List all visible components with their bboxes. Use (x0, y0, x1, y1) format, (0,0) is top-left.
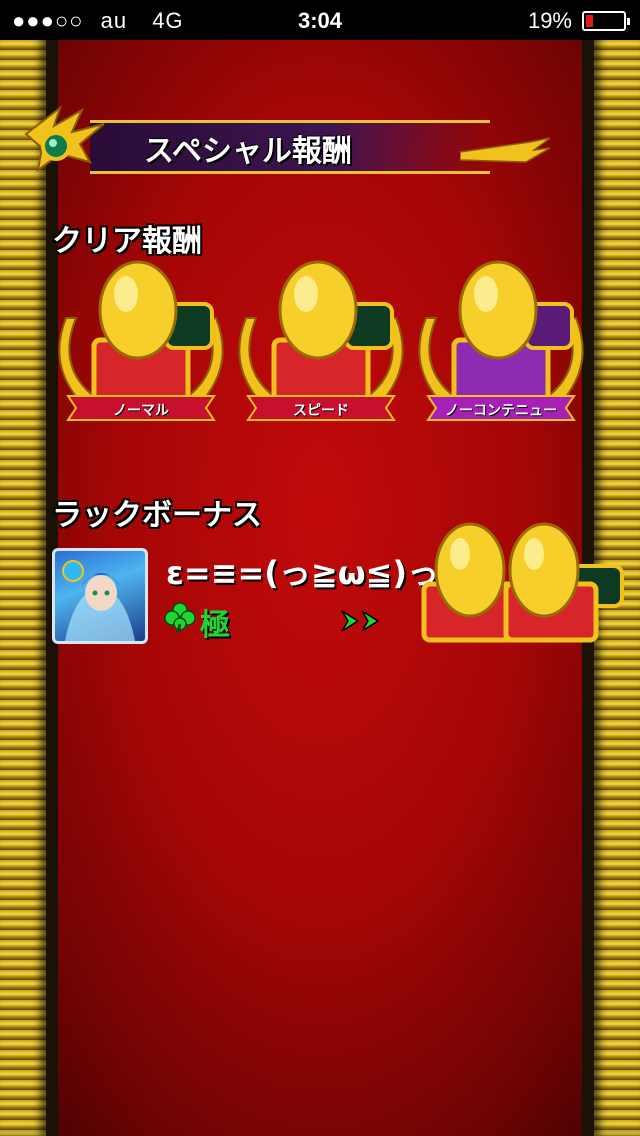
clover-icon (164, 602, 196, 634)
gold-egg-chest-icon (238, 260, 404, 421)
reward-label: ノーマル (113, 403, 169, 419)
character-portrait-icon (62, 560, 135, 641)
banner-tail-ornament (460, 137, 550, 163)
luck-emote-text: ε=≡=(っ≧ω≦)っ (166, 554, 439, 592)
reward-label: ノーコンテニュー (445, 403, 557, 419)
page-title: スペシャル報酬 (144, 134, 352, 169)
gold-egg-chest-icon (418, 260, 584, 421)
reward-normal[interactable]: ノーマル (56, 258, 226, 450)
reward-speed[interactable]: スピード (236, 258, 406, 450)
battery-percent: 19% (527, 8, 572, 33)
phoenix-crest-icon (24, 105, 105, 173)
reward-label: スピード (293, 403, 349, 419)
luck-bonus-heading: ラックボーナス (52, 498, 262, 533)
header-banner: スペシャル報酬 (20, 98, 550, 184)
reward-no-continue[interactable]: ノーコンテニュー (416, 258, 586, 450)
luck-rank: 極 (200, 608, 230, 643)
status-bar: ●●●○○ au 4G 3:04 19% (0, 0, 640, 40)
battery-icon (582, 11, 630, 31)
gold-egg-chest-icon (58, 260, 224, 421)
clear-reward-heading: クリア報酬 (52, 224, 202, 259)
double-gold-egg-chest-icon[interactable] (420, 520, 626, 650)
double-arrow-icon (341, 610, 380, 632)
game-screen: ●●●○○ au 4G 3:04 19% スペシャル報酬 クリア報酬 ノーマル … (0, 0, 640, 1136)
character-avatar[interactable] (52, 548, 148, 644)
